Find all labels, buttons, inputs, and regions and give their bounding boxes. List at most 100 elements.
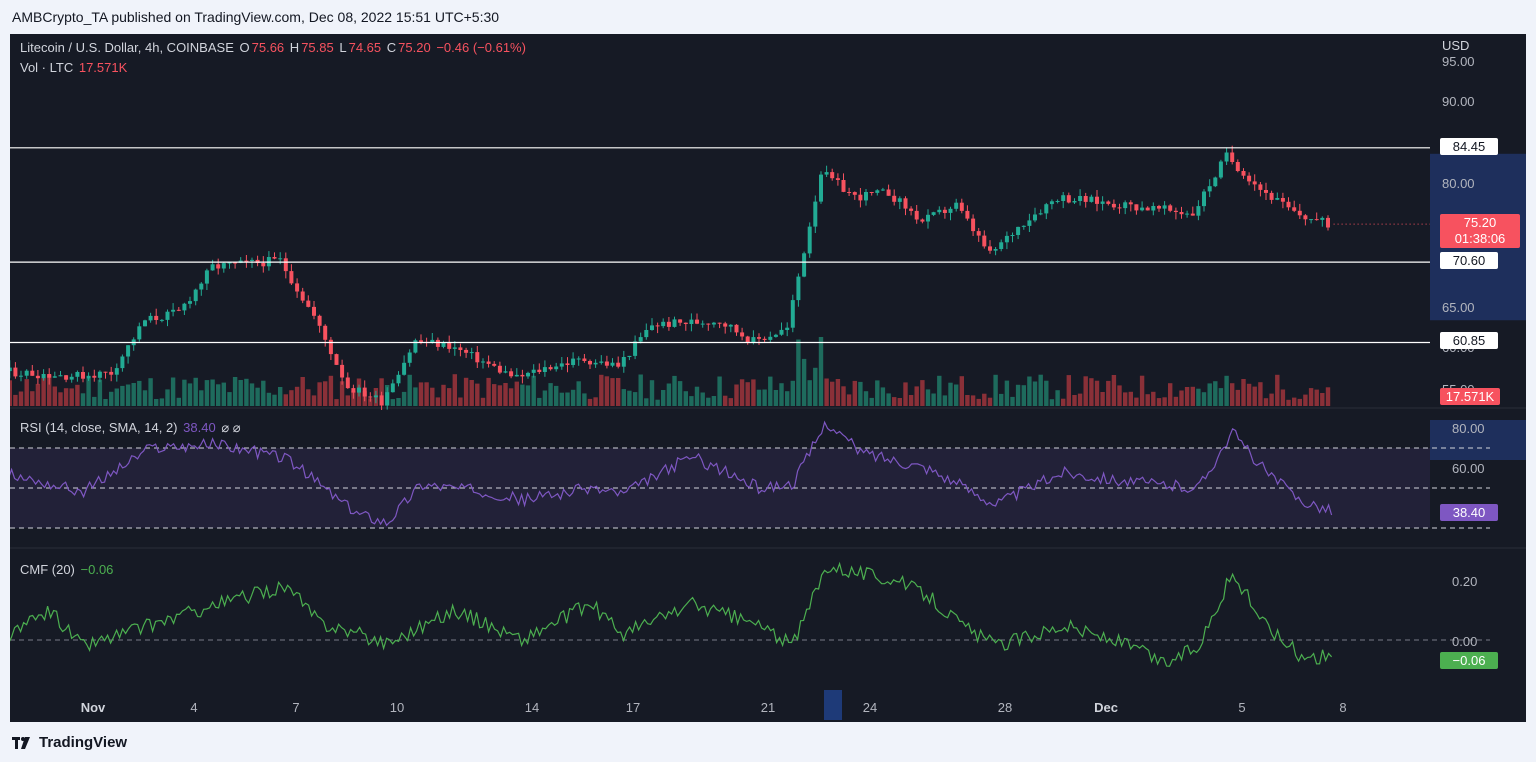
volume-bar bbox=[497, 385, 503, 406]
candle-body bbox=[711, 322, 716, 325]
tradingview-logo[interactable]: TradingView bbox=[12, 734, 127, 751]
volume-bar bbox=[30, 391, 35, 406]
rsi-tick: 80.00 bbox=[1452, 421, 1485, 436]
candle-body bbox=[531, 369, 536, 373]
candle-body bbox=[807, 226, 812, 254]
volume-bar bbox=[1072, 395, 1077, 406]
time-label-28: 28 bbox=[997, 700, 1013, 715]
volume-bar bbox=[672, 375, 677, 406]
volume-bar bbox=[1308, 388, 1314, 406]
candle-body bbox=[1106, 201, 1111, 204]
candle-body bbox=[357, 387, 361, 393]
volume-bar bbox=[1083, 376, 1088, 406]
volume-bar bbox=[1280, 389, 1286, 406]
candle-body bbox=[1038, 213, 1043, 215]
cmf-legend: CMF (20) −0.06 bbox=[20, 562, 115, 577]
rsi-value: 38.40 bbox=[183, 420, 216, 435]
volume-bar bbox=[830, 381, 835, 406]
volume-bar bbox=[311, 395, 317, 406]
volume-bar bbox=[559, 392, 564, 406]
chart-area[interactable]: Litecoin / U.S. Dollar, 4h, COINBASE O 75… bbox=[10, 34, 1526, 722]
volume-bar bbox=[142, 390, 148, 406]
volume-bar bbox=[199, 390, 204, 406]
candle-body bbox=[419, 340, 423, 342]
volume-bar bbox=[1258, 382, 1263, 406]
high-label: H bbox=[289, 40, 300, 55]
volume-bar bbox=[1117, 385, 1122, 406]
time-label-7: 7 bbox=[292, 700, 300, 715]
volume-bar bbox=[244, 378, 249, 406]
volume-bar bbox=[846, 394, 852, 406]
volume-bar bbox=[1303, 394, 1308, 406]
candle-body bbox=[317, 315, 322, 326]
volume-bar bbox=[593, 397, 598, 406]
volume-bar bbox=[345, 395, 350, 406]
volume-bar bbox=[272, 394, 277, 406]
volume-bar bbox=[441, 384, 446, 406]
candle-body bbox=[993, 249, 998, 251]
volume-bar bbox=[1196, 388, 1201, 406]
volume-bar bbox=[1297, 398, 1302, 406]
price-tick: 80.00 bbox=[1442, 176, 1475, 191]
volume-bar bbox=[914, 386, 919, 406]
candle-body bbox=[627, 355, 632, 357]
cmf-tick: 0.00 bbox=[1452, 634, 1478, 649]
candle-body bbox=[188, 301, 192, 304]
candle-body bbox=[176, 309, 181, 311]
volume-bar bbox=[818, 337, 824, 406]
candle-body bbox=[351, 388, 356, 393]
volume-bar bbox=[728, 398, 733, 406]
volume-bar bbox=[959, 376, 964, 406]
candle-countdown: 01:38:06 bbox=[1454, 231, 1506, 246]
candle-body bbox=[1258, 184, 1263, 190]
candle-body bbox=[1247, 175, 1252, 182]
volume-bar bbox=[86, 378, 91, 406]
candle-body bbox=[847, 192, 852, 193]
candle-body bbox=[1275, 198, 1280, 200]
candle-body bbox=[672, 319, 677, 327]
volume-bar bbox=[970, 395, 976, 406]
volume-bar bbox=[835, 379, 841, 406]
volume-bar bbox=[773, 390, 779, 406]
volume-bar bbox=[1004, 380, 1010, 406]
visibility-icons[interactable]: ⌀ ⌀ bbox=[221, 420, 240, 435]
volume-bar bbox=[41, 378, 46, 406]
candle-body bbox=[250, 259, 254, 261]
level-tag-70-60: 70.60 bbox=[1440, 252, 1498, 269]
chart-canvas[interactable] bbox=[10, 34, 1526, 722]
volume-bar bbox=[1314, 389, 1319, 406]
volume-bar bbox=[683, 391, 688, 406]
volume-bar bbox=[897, 398, 902, 406]
candle-body bbox=[593, 362, 598, 365]
candle-body bbox=[81, 372, 85, 379]
candle-body bbox=[942, 209, 947, 213]
volume-bar bbox=[114, 388, 119, 406]
candle-body bbox=[576, 358, 581, 360]
candle-body bbox=[909, 208, 914, 211]
volume-bar bbox=[565, 392, 570, 406]
volume-value: 17.571K bbox=[78, 60, 128, 75]
candle-body bbox=[306, 300, 311, 307]
volume-bar bbox=[486, 377, 491, 406]
volume-bar bbox=[508, 388, 514, 406]
candle-body bbox=[779, 329, 784, 335]
rsi-label: RSI (14, close, SMA, 14, 2) bbox=[20, 420, 178, 435]
volume-bar bbox=[1123, 392, 1128, 406]
volume-bar bbox=[396, 398, 401, 406]
candle-body bbox=[402, 362, 407, 375]
candle-body bbox=[988, 246, 992, 251]
volume-bar bbox=[1275, 374, 1280, 406]
candle-body bbox=[1241, 171, 1246, 176]
volume-bar bbox=[435, 397, 441, 406]
volume-bar bbox=[621, 389, 626, 406]
volume-tag: 17.571K bbox=[1440, 388, 1500, 405]
volume-bar bbox=[1094, 380, 1100, 406]
volume-bar bbox=[520, 384, 525, 406]
volume-bar bbox=[999, 393, 1004, 406]
volume-bar bbox=[1145, 394, 1150, 406]
candle-body bbox=[785, 327, 790, 330]
volume-bar bbox=[24, 379, 29, 406]
volume-bar bbox=[756, 389, 762, 406]
candle-body bbox=[373, 395, 378, 398]
volume-bar bbox=[323, 381, 328, 406]
